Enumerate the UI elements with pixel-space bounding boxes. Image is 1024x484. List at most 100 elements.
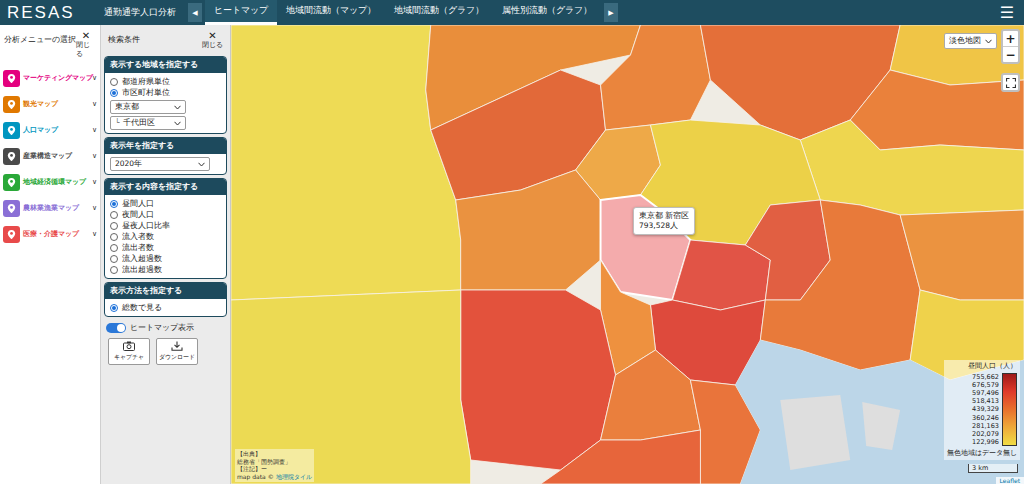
radio-option[interactable]: 流出者数 (110, 242, 221, 253)
radio-button[interactable] (110, 222, 118, 230)
close-icon: ✕ (82, 30, 90, 41)
radio-button[interactable] (110, 266, 118, 274)
prev-button[interactable]: ◀ (188, 3, 202, 22)
menu-item[interactable]: 人口マップ∨ (0, 117, 100, 143)
expand-icon: ∨ (92, 152, 97, 160)
legend-tick: 360,246 (972, 414, 999, 422)
zoom-out-button[interactable]: − (1003, 46, 1018, 62)
heat-map[interactable]: 淡色地図 +− 東京都 新宿区793,528人昼間人口（人）755,662676,5… (231, 25, 1024, 484)
section-title: 通勤通学人口分析 (95, 0, 185, 25)
tab[interactable]: 地域間流動（グラフ） (385, 0, 493, 25)
fullscreen-button[interactable] (1001, 73, 1020, 92)
menu-item[interactable]: 医療・介護マップ∨ (0, 221, 100, 247)
ward-region[interactable] (231, 25, 461, 300)
ward-region[interactable] (900, 210, 1024, 300)
select-value: 2020年 (115, 159, 142, 169)
radio-button[interactable] (110, 304, 118, 312)
ward-region[interactable] (461, 290, 616, 470)
radio-button[interactable] (110, 233, 118, 241)
radio-button[interactable] (110, 89, 118, 97)
tiles-link[interactable]: 地理院タイル (276, 473, 312, 480)
menu-header: 分析メニューの選択✕閉じる (0, 25, 100, 65)
radio-option[interactable]: 昼間人口 (110, 198, 221, 209)
map-category-icon (3, 226, 20, 243)
menu-button[interactable]: ☰ (990, 0, 1024, 25)
zoom-in-button[interactable]: + (1003, 31, 1018, 46)
radio-option[interactable]: 夜間人口 (110, 209, 221, 220)
tab[interactable]: 属性別流動（グラフ） (493, 0, 601, 25)
logo[interactable]: RESAS (0, 0, 95, 25)
ward-region[interactable] (601, 25, 711, 130)
legend-tick: 518,413 (972, 397, 999, 405)
ward-region[interactable] (850, 70, 1024, 150)
tab[interactable]: ヒートマップ (205, 0, 277, 25)
menu-label: 地域経済循環マップ (23, 177, 89, 187)
radio-label: 都道府県単位 (122, 77, 170, 87)
menu-item[interactable]: マーケティングマップ∨ (0, 65, 100, 91)
region-tooltip: 東京都 新宿区793,528人 (633, 207, 695, 235)
resas-app: RESAS通勤通学人口分析◀ヒートマップ地域間流動（マップ）地域間流動（グラフ）… (0, 0, 1024, 484)
close-icon: ✕ (208, 30, 216, 41)
ward-region[interactable] (601, 350, 701, 440)
radio-option[interactable]: 都道府県単位 (110, 76, 221, 87)
heatmap-toggle[interactable]: ヒートマップ表示 (104, 320, 227, 336)
chevron-down-icon (198, 162, 205, 167)
next-button[interactable]: ▶ (604, 3, 618, 22)
tab[interactable]: 地域間流動（マップ） (277, 0, 385, 25)
action-button[interactable]: ダウンロード (156, 338, 198, 365)
menu-item[interactable]: 産業構造マップ∨ (0, 143, 100, 169)
close-label: 閉じる (76, 41, 96, 59)
menu-item[interactable]: 農林業漁業マップ∨ (0, 195, 100, 221)
leaflet-attribution[interactable]: Leaflet (996, 477, 1024, 484)
source-label: 【出典】 (237, 450, 312, 458)
map-category-icon (3, 174, 20, 191)
pin-icon (6, 73, 17, 84)
year-select[interactable]: 2020年 (110, 157, 210, 171)
basemap-select[interactable]: 淡色地図 (944, 33, 997, 49)
toggle-switch[interactable] (106, 323, 126, 333)
ward-region[interactable] (760, 200, 920, 370)
radio-button[interactable] (110, 211, 118, 219)
menu-label: 観光マップ (23, 99, 89, 109)
scale-bar: 3 km (968, 464, 1018, 473)
year-section: 表示年を指定する2020年 (104, 137, 227, 175)
method-section: 表示方法を指定する総数で見る (104, 282, 227, 317)
landfill (862, 402, 900, 450)
radio-option[interactable]: 流出超過数 (110, 264, 221, 275)
map-legend: 昼間人口（人）755,662676,579597,496518,413439,3… (944, 360, 1020, 460)
radio-label: 市区町村単位 (122, 88, 170, 98)
expand-icon: ∨ (92, 230, 97, 238)
action-button[interactable]: キャプチャ (108, 338, 150, 365)
radio-option[interactable]: 流入超過数 (110, 253, 221, 264)
radio-option[interactable]: 昼夜人口比率 (110, 220, 221, 231)
menu-item[interactable]: 観光マップ∨ (0, 91, 100, 117)
map-category-icon (3, 200, 20, 217)
ward-region[interactable] (541, 430, 701, 484)
radio-button[interactable] (110, 200, 118, 208)
radio-option[interactable]: 総数で見る (110, 302, 221, 313)
close-button[interactable]: ✕閉じる (202, 30, 223, 50)
close-button[interactable]: ✕閉じる (76, 30, 96, 59)
menu-item[interactable]: 地域経済循環マップ∨ (0, 169, 100, 195)
section-title: 表示する内容を指定する (105, 179, 226, 195)
search-panel: 検索条件✕閉じる表示する地域を指定する都道府県単位市区町村単位東京都└千代田区表… (101, 25, 231, 484)
radio-option[interactable]: 市区町村単位 (110, 87, 221, 98)
expand-icon: ∨ (92, 178, 97, 186)
expand-icon: ∨ (92, 126, 97, 134)
map-canvas[interactable] (231, 25, 1024, 484)
radio-button[interactable] (110, 244, 118, 252)
city-select[interactable]: └千代田区 (110, 116, 186, 130)
radio-button[interactable] (110, 255, 118, 263)
chevron-down-icon (174, 121, 181, 126)
button-label: キャプチャ (114, 353, 144, 362)
ward-region[interactable] (456, 170, 601, 290)
radio-option[interactable]: 流入者数 (110, 231, 221, 242)
radio-button[interactable] (110, 78, 118, 86)
source: 総務省「国勢調査」 (237, 458, 312, 466)
download-icon (171, 341, 183, 351)
ward-region[interactable] (231, 290, 471, 484)
map-category-icon (3, 70, 20, 87)
map-data: map data ©地理院タイル (237, 473, 312, 481)
prefecture-select[interactable]: 東京都 (110, 100, 186, 114)
ward-region[interactable] (800, 120, 1024, 215)
